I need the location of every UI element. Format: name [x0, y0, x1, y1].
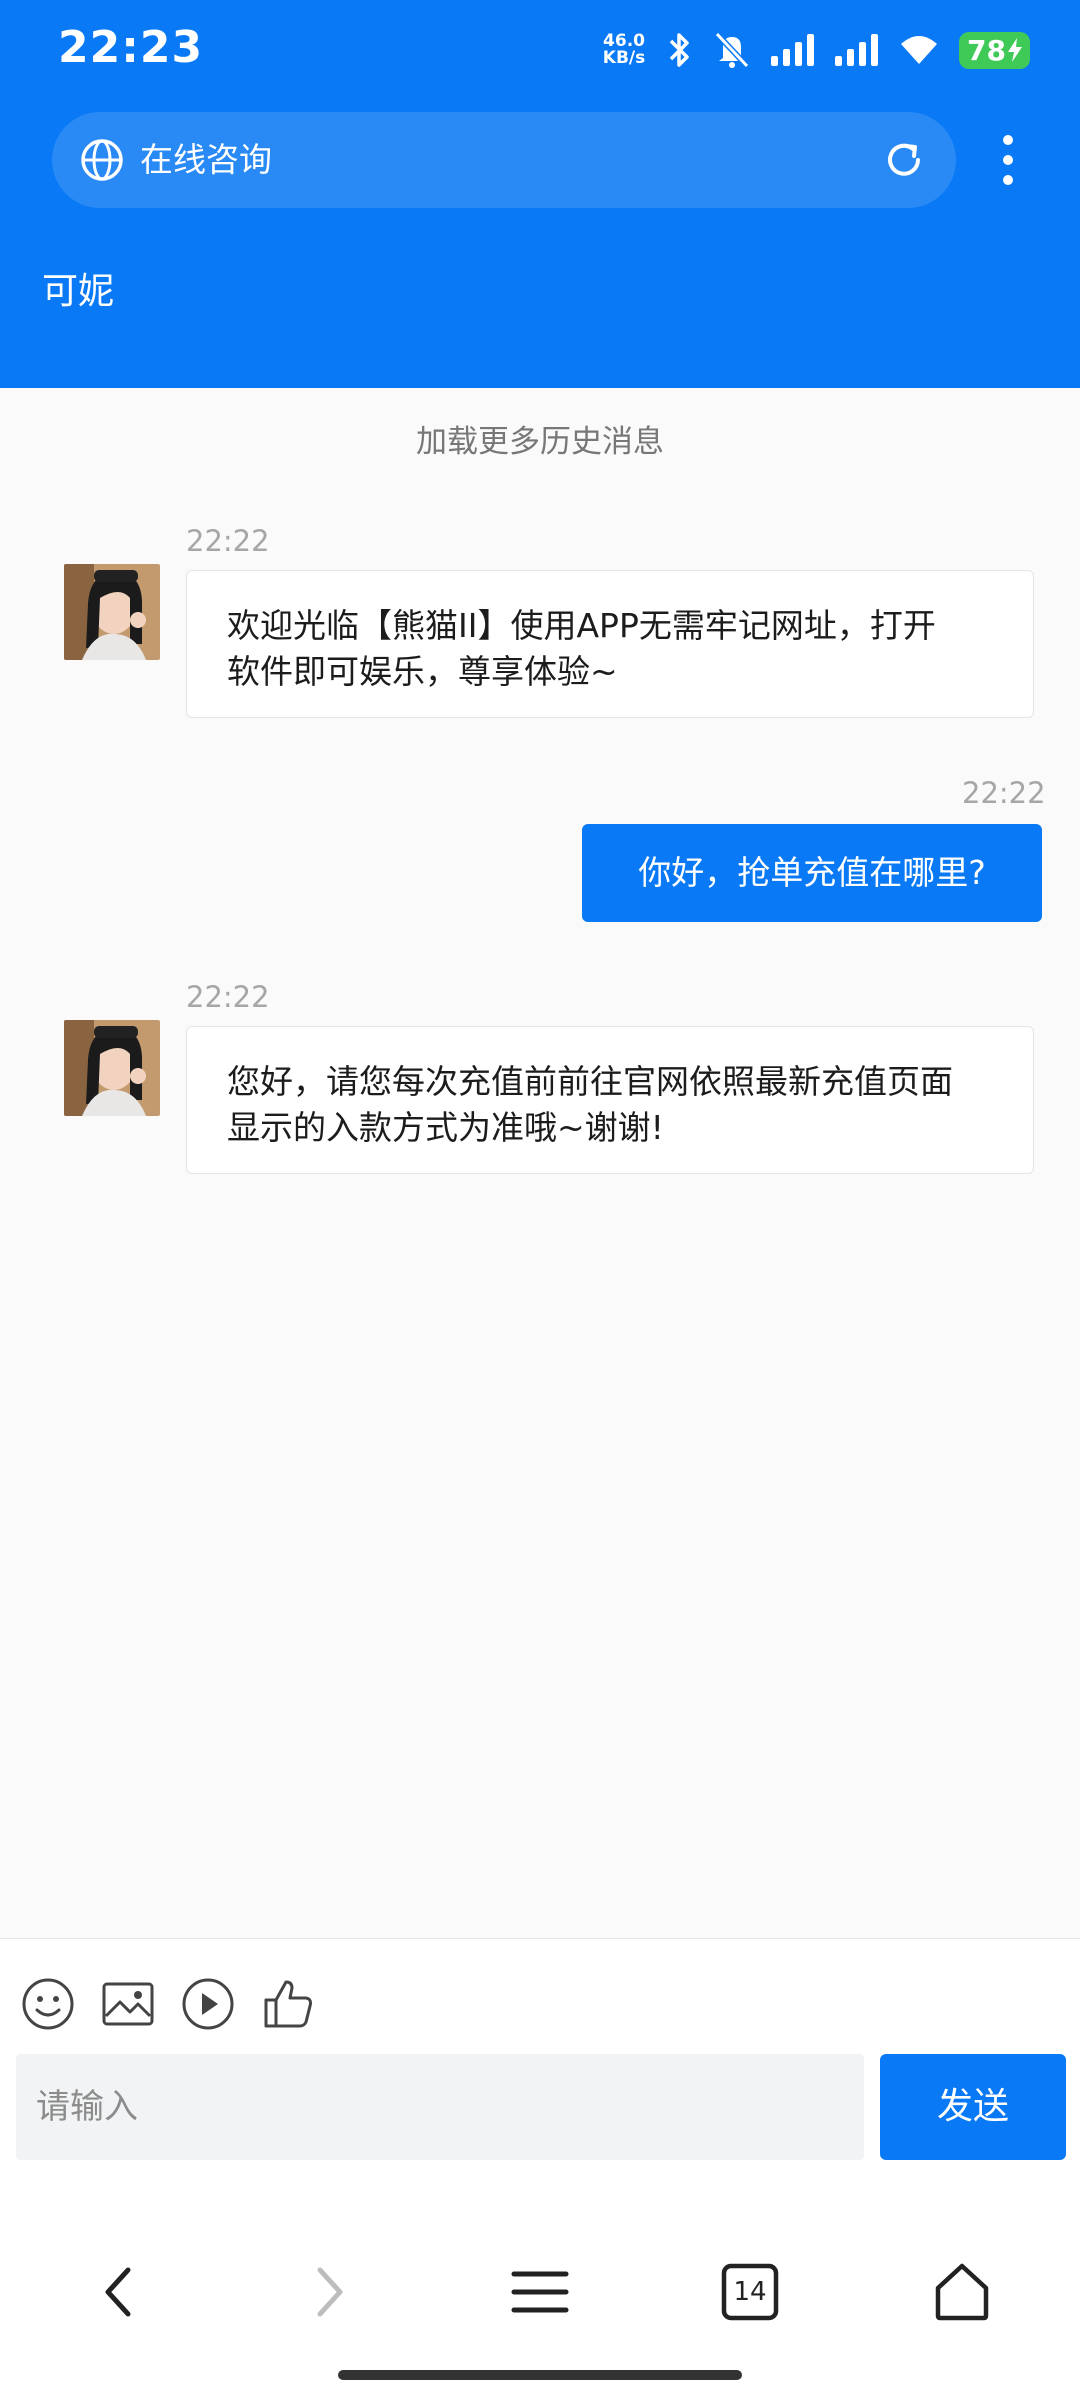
status-bar: 22:23 46.0 KB/s 78: [0, 0, 1080, 100]
mute-bell-icon: [714, 31, 750, 69]
bluetooth-icon: [669, 33, 689, 67]
message-timestamp: 22:22: [962, 776, 1046, 810]
battery-indicator: 78: [959, 31, 1030, 69]
emoji-icon[interactable]: [20, 1976, 76, 2032]
signal-icon: [771, 34, 815, 66]
globe-icon: [81, 139, 123, 181]
message-timestamp: 22:22: [186, 980, 270, 1014]
wifi-icon: [901, 36, 938, 64]
status-time: 22:23: [58, 22, 204, 73]
message-input[interactable]: [16, 2054, 864, 2160]
send-button[interactable]: 发送: [880, 2054, 1066, 2160]
message-line: 您好，请您每次充值前前往官网依照最新充值页面: [227, 1062, 953, 1101]
back-icon[interactable]: [88, 2260, 152, 2324]
thumbs-up-icon[interactable]: [260, 1976, 316, 2032]
menu-icon[interactable]: [508, 2260, 572, 2324]
agent-avatar: [64, 1020, 160, 1116]
network-speed: 46.0 KB/s: [601, 33, 647, 67]
home-icon[interactable]: [930, 2260, 994, 2324]
more-menu-icon[interactable]: [984, 124, 1032, 196]
user-message-bubble: 你好，抢单充值在哪里?: [582, 824, 1042, 922]
page-title: 在线咨询: [140, 140, 272, 179]
tabs-button[interactable]: 14: [718, 2260, 782, 2324]
composer-panel: [0, 1938, 1080, 2401]
message-line: 显示的入款方式为准哦~谢谢!: [227, 1108, 664, 1147]
agent-message-bubble: 欢迎光临【熊猫II】使用APP无需牢记网址，打开 软件即可娱乐，尊享体验~: [186, 570, 1034, 718]
image-icon[interactable]: [100, 1976, 156, 2032]
agent-avatar: [64, 564, 160, 660]
charging-icon: [1008, 38, 1022, 62]
refresh-icon[interactable]: [880, 136, 928, 184]
agent-message-bubble: 您好，请您每次充值前前往官网依照最新充值页面 显示的入款方式为准哦~谢谢!: [186, 1026, 1034, 1174]
battery-level: 78: [967, 33, 1006, 67]
status-icons: 46.0 KB/s 78: [601, 28, 1030, 72]
video-icon[interactable]: [180, 1976, 236, 2032]
home-indicator[interactable]: [338, 2370, 742, 2380]
agent-name: 可妮: [42, 271, 115, 312]
load-more-history-link[interactable]: 加载更多历史消息: [0, 416, 1080, 461]
message-line: 欢迎光临【熊猫II】使用APP无需牢记网址，打开: [227, 606, 936, 645]
forward-icon[interactable]: [296, 2260, 360, 2324]
signal-icon-2: [835, 34, 879, 66]
tab-count: 14: [733, 2277, 767, 2307]
message-timestamp: 22:22: [186, 524, 270, 558]
message-line: 软件即可娱乐，尊享体验~: [227, 652, 618, 691]
address-bar[interactable]: 在线咨询: [52, 112, 956, 208]
network-speed-unit: KB/s: [602, 48, 646, 68]
